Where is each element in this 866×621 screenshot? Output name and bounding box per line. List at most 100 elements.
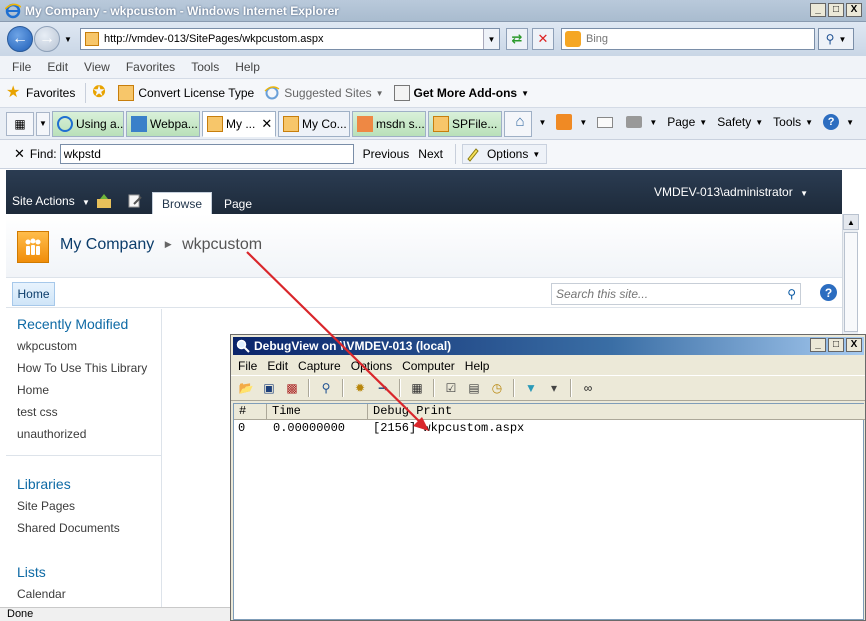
back-button[interactable]: ←	[7, 26, 33, 52]
tab-webpa[interactable]: Webpa...	[126, 110, 200, 137]
site-search-icon[interactable]: ⚲	[787, 287, 796, 301]
ql-list-item[interactable]: Calendar	[17, 587, 66, 601]
debugview-maximize-button[interactable]: □	[828, 338, 844, 352]
search-box[interactable]	[561, 28, 815, 50]
find-previous-button[interactable]: Previous	[363, 147, 410, 161]
dv-menu-computer[interactable]: Computer	[397, 359, 460, 373]
search-dropdown-icon: ▼	[838, 34, 847, 44]
site-actions-menu[interactable]: Site Actions ▼	[12, 194, 90, 208]
tab-my-co[interactable]: My Co...	[278, 110, 350, 137]
user-menu[interactable]: VMDEV-013\administrator ▼	[654, 185, 808, 199]
tab-using-a[interactable]: Using a...	[52, 110, 124, 137]
help-button[interactable]: ? ▼	[823, 114, 854, 130]
ql-libraries-heading[interactable]: Libraries	[17, 476, 71, 492]
menu-file[interactable]: File	[4, 60, 39, 74]
column-header-number[interactable]: #	[234, 404, 267, 419]
history-depth-icon[interactable]: ▤	[465, 379, 483, 397]
dv-menu-capture[interactable]: Capture	[293, 359, 346, 373]
ql-recently-modified-heading[interactable]: Recently Modified	[17, 316, 128, 332]
tab-msdn[interactable]: msdn s...	[352, 110, 426, 137]
menu-tools[interactable]: Tools	[183, 60, 227, 74]
home-button[interactable]: ⌂ ▼	[515, 114, 546, 130]
find-options-button[interactable]: Options ▼	[461, 144, 548, 164]
column-header-time[interactable]: Time	[267, 404, 368, 419]
add-favorites-button[interactable]: ✪	[92, 85, 112, 101]
ql-recent-item[interactable]: Home	[17, 383, 49, 397]
read-mail-button[interactable]	[597, 116, 616, 128]
ribbon-tab-browse[interactable]: Browse	[152, 192, 212, 214]
stop-button[interactable]: ✕	[532, 28, 554, 50]
maximize-button[interactable]: □	[828, 3, 844, 17]
site-search-box[interactable]: ⚲	[551, 283, 801, 305]
debugview-minimize-button[interactable]: _	[810, 338, 826, 352]
menu-edit[interactable]: Edit	[39, 60, 76, 74]
ribbon-tab-page[interactable]: Page	[224, 197, 252, 211]
edit-page-icon[interactable]	[128, 194, 142, 208]
capture-icon[interactable]: ✹	[351, 379, 369, 397]
menu-view[interactable]: View	[76, 60, 118, 74]
tab-list-button[interactable]: ▼	[36, 111, 50, 136]
safety-menu-button[interactable]: Safety ▼	[717, 115, 763, 129]
ql-library-item[interactable]: Shared Documents	[17, 521, 120, 535]
debugview-close-button[interactable]: X	[846, 338, 862, 352]
site-search-input[interactable]	[556, 287, 776, 301]
binoculars-icon[interactable]: ∞	[579, 379, 597, 397]
highlight-icon[interactable]: ▼	[522, 379, 540, 397]
minimize-button[interactable]: _	[810, 3, 826, 17]
ql-recent-item[interactable]: unauthorized	[17, 427, 86, 441]
forward-button[interactable]: →	[34, 26, 60, 52]
dv-menu-help[interactable]: Help	[460, 359, 495, 373]
clear-icon[interactable]: ▦	[408, 379, 426, 397]
address-dropdown-icon[interactable]: ▼	[483, 29, 499, 49]
navigate-up-icon[interactable]	[96, 194, 112, 208]
sharepoint-help-icon[interactable]: ?	[820, 284, 837, 301]
clock-time-icon[interactable]: ◷	[488, 379, 506, 397]
menu-help[interactable]: Help	[227, 60, 268, 74]
favorites-button[interactable]: ★ Favorites	[6, 85, 75, 101]
refresh-button[interactable]: ⇄	[506, 28, 528, 50]
dv-menu-file[interactable]: File	[233, 359, 262, 373]
close-find-icon[interactable]: ✕	[14, 146, 25, 162]
scroll-up-icon[interactable]: ▲	[843, 214, 859, 230]
autoscroll-icon[interactable]: ➞	[374, 379, 392, 397]
site-logo-icon[interactable]	[17, 231, 49, 263]
print-button[interactable]: ▼	[626, 116, 657, 128]
ql-recent-item[interactable]: wkpcustom	[17, 339, 77, 353]
filter-icon[interactable]: ☑	[442, 379, 460, 397]
ql-lists-heading[interactable]: Lists	[17, 564, 46, 580]
site-title-link[interactable]: My Company	[60, 236, 154, 253]
ql-recent-item[interactable]: test css	[17, 405, 58, 419]
tab-spfile[interactable]: SPFile...	[428, 110, 502, 137]
get-addons-link[interactable]: Get More Add-ons ▼	[393, 85, 529, 101]
feeds-button[interactable]: ▼	[556, 114, 587, 130]
ql-recent-item[interactable]: How To Use This Library	[17, 361, 147, 375]
search-button[interactable]: ⚲ ▼	[818, 28, 854, 50]
suggested-sites-link[interactable]: Suggested Sites ▼	[264, 85, 384, 101]
find-icon[interactable]: ⚲	[317, 379, 335, 397]
history-dropdown-icon[interactable]: ▼	[64, 35, 72, 44]
find-input[interactable]	[59, 144, 354, 164]
pin-icon[interactable]: ▾	[545, 379, 563, 397]
dv-menu-options[interactable]: Options	[346, 359, 397, 373]
address-bar[interactable]: http://vmdev-013/SitePages/wkpcustom.asp…	[80, 28, 500, 50]
open-icon[interactable]: 📂	[237, 379, 255, 397]
quick-tabs-button[interactable]: ▦	[6, 111, 34, 136]
ql-library-item[interactable]: Site Pages	[17, 499, 75, 513]
address-url[interactable]: http://vmdev-013/SitePages/wkpcustom.asp…	[104, 33, 324, 45]
log-to-file-icon[interactable]: ▩	[283, 379, 301, 397]
close-button[interactable]: X	[846, 3, 862, 17]
menu-favorites[interactable]: Favorites	[118, 60, 183, 74]
find-next-button[interactable]: Next	[418, 147, 443, 161]
nav-home-tab[interactable]: Home	[12, 282, 55, 306]
convert-license-link[interactable]: Convert License Type	[118, 85, 254, 101]
save-icon[interactable]: ▣	[260, 379, 278, 397]
scrollbar-thumb[interactable]	[844, 232, 858, 332]
dv-menu-edit[interactable]: Edit	[262, 359, 293, 373]
table-row[interactable]: 0 0.00000000 [2156] wkpcustom.aspx	[234, 421, 865, 436]
tab-my-company-active[interactable]: My ... ✕	[202, 110, 276, 137]
column-header-debug-print[interactable]: Debug Print	[368, 404, 865, 419]
close-tab-icon[interactable]: ✕	[261, 116, 272, 132]
search-input[interactable]	[586, 33, 786, 45]
page-menu-button[interactable]: Page ▼	[667, 115, 707, 129]
tools-menu-button[interactable]: Tools ▼	[773, 115, 813, 129]
